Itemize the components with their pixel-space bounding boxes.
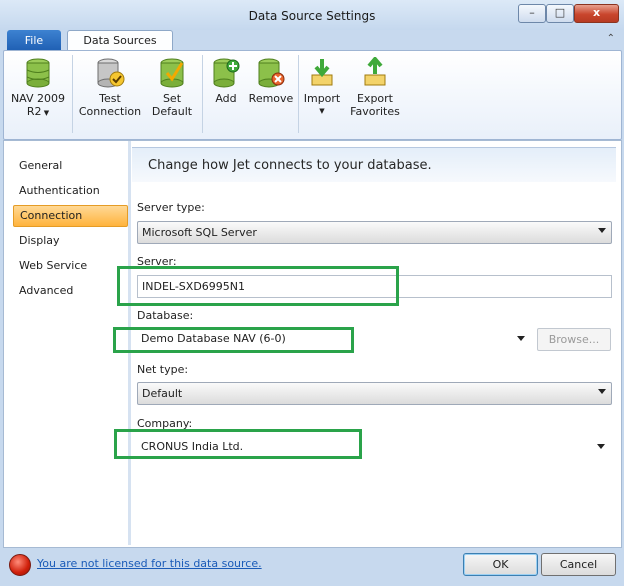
server-type-label: Server type: xyxy=(137,201,205,214)
nav-version-button[interactable]: NAV 2009 R2 ▼ xyxy=(10,57,66,120)
database-highlight-box xyxy=(113,327,354,353)
export-favorites-button[interactable]: Export Favorites xyxy=(347,57,403,118)
set-default-line1: Set xyxy=(162,92,182,105)
test-connection-icon xyxy=(97,58,125,88)
remove-button[interactable]: Remove xyxy=(247,57,295,105)
license-status-link[interactable]: You are not licensed for this data sourc… xyxy=(37,557,262,570)
set-default-button[interactable]: Set Default xyxy=(146,57,198,118)
nav-item-advanced[interactable]: Advanced xyxy=(13,280,126,302)
collapse-ribbon-icon[interactable]: ⌃ xyxy=(607,33,615,44)
server-highlight-box xyxy=(117,266,399,306)
settings-nav: General Authentication Connection Displa… xyxy=(9,147,128,541)
panel-title: Change how Jet connects to your database… xyxy=(148,158,432,173)
nav-item-display[interactable]: Display xyxy=(13,230,126,252)
error-status-icon xyxy=(9,554,31,576)
close-button[interactable]: x xyxy=(574,4,619,23)
maximize-button[interactable]: □ xyxy=(546,4,574,23)
import-label: Import xyxy=(303,92,341,105)
nav-item-authentication[interactable]: Authentication xyxy=(13,180,126,202)
ok-button[interactable]: OK xyxy=(463,553,538,576)
set-default-line2: Default xyxy=(151,105,193,118)
company-highlight-box xyxy=(114,429,362,459)
export-line1: Export xyxy=(356,92,393,105)
tab-file[interactable]: File xyxy=(7,30,61,51)
net-type-value: Default xyxy=(142,387,183,400)
export-line2: Favorites xyxy=(350,105,400,118)
database-icon xyxy=(26,58,50,88)
panel-header: Change how Jet connects to your database… xyxy=(132,147,616,182)
import-button[interactable]: Import ▼ xyxy=(302,57,342,118)
nav-item-web-service[interactable]: Web Service xyxy=(13,255,126,277)
dropdown-arrow-icon: ▼ xyxy=(41,109,50,117)
set-default-icon xyxy=(160,58,184,88)
chevron-down-icon xyxy=(598,389,606,394)
chevron-down-icon[interactable] xyxy=(597,444,605,449)
chevron-down-icon xyxy=(598,228,606,233)
add-database-icon xyxy=(213,58,240,88)
add-label: Add xyxy=(215,92,237,105)
chevron-down-icon[interactable] xyxy=(517,336,525,341)
net-type-label: Net type: xyxy=(137,363,189,376)
minimize-button[interactable]: – xyxy=(518,4,546,23)
test-connection-line1: Test xyxy=(99,92,121,105)
ribbon-separator xyxy=(298,55,299,133)
database-label: Database: xyxy=(137,309,194,322)
tab-data-sources[interactable]: Data Sources xyxy=(67,30,173,52)
cancel-button[interactable]: Cancel xyxy=(541,553,616,576)
dialog-footer: You are not licensed for this data sourc… xyxy=(0,548,624,586)
remove-database-icon xyxy=(258,58,285,88)
dropdown-arrow-icon: ▼ xyxy=(319,107,325,115)
net-type-select[interactable]: Default xyxy=(137,382,612,405)
add-button[interactable]: Add xyxy=(207,57,245,105)
title-bar: Data Source Settings – □ x xyxy=(0,0,624,30)
browse-button[interactable]: Browse... xyxy=(537,328,611,351)
ribbon: NAV 2009 R2 ▼ Test Connection Set Defaul… xyxy=(3,50,622,140)
nav-item-general[interactable]: General xyxy=(13,155,126,177)
server-type-value: Microsoft SQL Server xyxy=(142,226,257,239)
ribbon-separator xyxy=(72,55,73,133)
nav-item-connection[interactable]: Connection xyxy=(13,205,128,227)
test-connection-button[interactable]: Test Connection xyxy=(78,57,142,118)
nav-version-line2: R2 xyxy=(26,105,42,118)
import-icon xyxy=(311,59,333,86)
ribbon-separator xyxy=(202,55,203,133)
server-type-select[interactable]: Microsoft SQL Server xyxy=(137,221,612,244)
remove-label: Remove xyxy=(248,92,294,105)
ribbon-tab-row: File Data Sources ⌃ xyxy=(0,30,624,52)
test-connection-line2: Connection xyxy=(78,105,142,118)
nav-version-line1: NAV 2009 xyxy=(10,92,66,105)
export-icon xyxy=(364,57,386,86)
